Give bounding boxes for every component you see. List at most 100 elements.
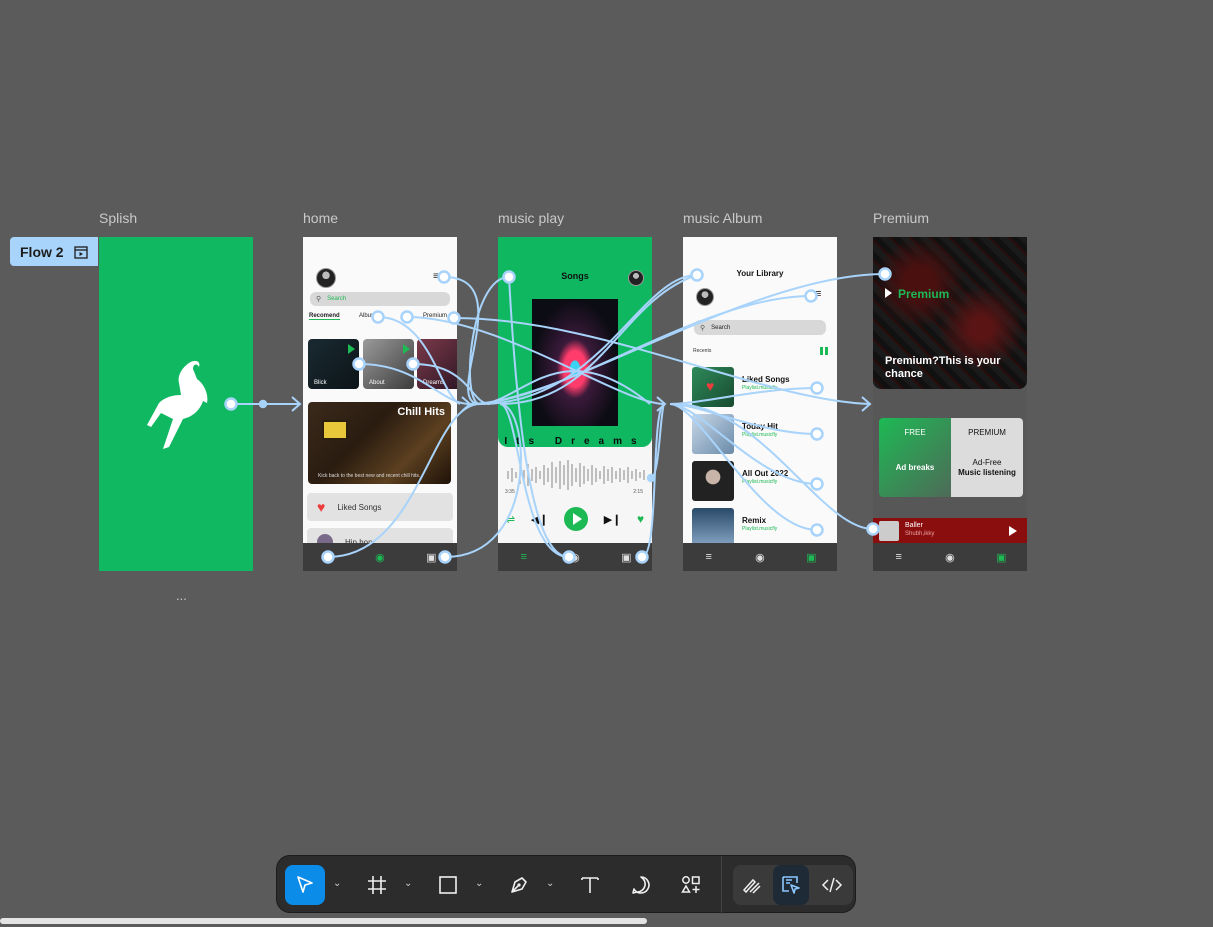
playlist-cover [692, 414, 734, 454]
list-item-subtitle: Playlist.musicfly [742, 432, 778, 438]
chevron-down-icon[interactable]: ⌄ [333, 878, 341, 889]
avatar[interactable] [316, 268, 336, 288]
frame-label-premium[interactable]: Premium [873, 210, 929, 226]
list-item-title: Liked Songs [742, 375, 790, 384]
horizontal-scrollbar[interactable] [0, 918, 647, 924]
library-icon[interactable]: ▣ [425, 551, 437, 564]
waveform-icon[interactable]: ≡ [518, 551, 530, 563]
draw-mode-button[interactable] [733, 865, 771, 905]
mini-player-cover [879, 521, 899, 541]
featured-playlist-card[interactable]: Chill Hits Kick back to the best new and… [308, 402, 451, 484]
waveform-visual[interactable] [506, 459, 646, 491]
menu-icon[interactable]: ≡ [433, 271, 439, 282]
rectangle-tool-button[interactable] [428, 865, 468, 905]
back-icon[interactable]: ← [691, 267, 701, 278]
frame-label-home[interactable]: home [303, 210, 338, 226]
playlist-card-label: Blick [314, 380, 327, 386]
library-icon[interactable]: ▣ [620, 551, 632, 564]
splish-frame[interactable] [99, 237, 253, 571]
avatar[interactable] [628, 270, 644, 286]
premium-plan-header: PREMIUM [968, 428, 1006, 437]
play-button[interactable] [564, 507, 589, 531]
playlist-cover [692, 508, 734, 548]
frame-icon [368, 876, 386, 894]
list-item-title: Remix [742, 516, 767, 525]
playlist-card[interactable]: Blick [308, 339, 359, 389]
camera-icon[interactable]: ◉ [944, 551, 956, 564]
play-icon[interactable] [348, 344, 355, 354]
actions-button[interactable] [671, 865, 711, 905]
dev-mode-button[interactable] [813, 865, 851, 905]
search-input[interactable]: ⚲ Search [694, 320, 826, 335]
plan-comparison-card[interactable]: FREE Ad breaks PREMIUM Ad-Free Music lis… [879, 418, 1023, 497]
mode-switcher [733, 865, 853, 905]
premium-label[interactable]: Premium [885, 287, 949, 301]
camera-icon[interactable]: ◉ [569, 551, 581, 564]
music-album-frame[interactable]: Your Library ← ≡ ⚲ Search Recents ♥ Like… [683, 237, 837, 571]
playlist-card-label: Dreams [423, 380, 445, 386]
search-placeholder: Search [711, 324, 731, 331]
playlist-card[interactable]: About [363, 339, 414, 389]
list-item-liked-songs[interactable]: ♥ Liked Songs [307, 493, 453, 521]
text-icon [581, 877, 599, 893]
premium-plan[interactable]: PREMIUM Ad-Free Music listening [951, 418, 1023, 497]
frame-label-splish[interactable]: Splish [99, 210, 137, 226]
next-icon[interactable]: ▶❙ [604, 513, 622, 526]
home-frame[interactable]: ≡ ⚲ Search Recomend Album Premium Blick … [303, 237, 457, 571]
text-tool-button[interactable] [570, 865, 610, 905]
dev-mode-icon [821, 877, 843, 893]
grid-view-icon[interactable] [820, 347, 828, 355]
pen-tool-button[interactable] [499, 865, 539, 905]
library-icon[interactable]: ▣ [805, 551, 817, 564]
pen-icon [511, 877, 527, 893]
comment-tool-button[interactable] [621, 865, 661, 905]
premium-frame[interactable]: Premium Premium?This is your chance FREE… [873, 237, 1027, 571]
free-plan[interactable]: FREE Ad breaks [879, 418, 951, 497]
list-item[interactable]: All Out 2022 Playlist.musicfly [692, 461, 832, 503]
shuffle-icon[interactable]: ⇌ [506, 513, 515, 526]
menu-icon[interactable]: ≡ [815, 288, 821, 300]
design-mode-button[interactable] [773, 865, 809, 905]
move-tool-button[interactable] [285, 865, 325, 905]
flow-starting-point-tag[interactable]: Flow 2 [10, 237, 98, 266]
present-flow-icon[interactable] [74, 245, 88, 259]
mini-player[interactable]: Baller Shubh,ikky [873, 518, 1027, 543]
waveform-icon[interactable]: ≡ [323, 551, 335, 563]
playlist-card[interactable]: Dreams [417, 339, 457, 389]
list-item[interactable]: ♥ Liked Songs Playlist.musicfly [692, 367, 832, 409]
featured-playlist-subtitle: Kick back to the best new and recent chi… [318, 473, 421, 479]
search-input[interactable]: ⚲ Search [310, 292, 450, 306]
recents-label[interactable]: Recents [693, 348, 711, 354]
previous-icon[interactable]: ◀❙ [531, 513, 549, 526]
library-icon[interactable]: ▣ [995, 551, 1007, 564]
album-art [532, 299, 618, 426]
heart-icon[interactable]: ♥ [637, 512, 644, 526]
play-icon[interactable] [403, 344, 410, 354]
play-icon[interactable] [1009, 526, 1017, 536]
bottom-toolbar: ⌄ ⌄ ⌄ ⌄ [276, 855, 856, 914]
playlist-card-label: About [369, 380, 385, 386]
bottom-nav: ≡ ◉ ▣ [683, 543, 837, 571]
waveform-icon[interactable]: ≡ [893, 551, 905, 563]
tab-album[interactable]: Album [359, 313, 376, 319]
avatar[interactable] [696, 288, 714, 306]
camera-icon[interactable]: ◉ [754, 551, 766, 564]
chevron-down-icon[interactable]: ⌄ [404, 878, 412, 889]
player-controls: ⇌ ◀❙ ▶❙ ♥ [498, 507, 652, 531]
frame-label-music-play[interactable]: music play [498, 210, 564, 226]
waveform-icon[interactable]: ≡ [703, 551, 715, 563]
tab-premium[interactable]: Premium [423, 313, 447, 319]
camera-icon[interactable]: ◉ [374, 551, 386, 564]
search-icon: ⚲ [700, 324, 706, 332]
frame-tool-button[interactable] [357, 865, 397, 905]
bottom-nav: ≡ ◉ ▣ [303, 543, 457, 571]
chevron-down-icon[interactable]: ⌄ [475, 878, 483, 889]
premium-hero: Premium Premium?This is your chance [873, 237, 1027, 389]
track-name: Its Dreams [504, 436, 646, 447]
music-play-frame[interactable]: ← Songs Its Dreams 3:35 2:15 ⇌ ◀❙ ▶❙ ♥ ≡… [498, 237, 652, 571]
toolbar-divider [721, 856, 722, 914]
frame-label-music-album[interactable]: music Album [683, 210, 762, 226]
tab-recomend[interactable]: Recomend [309, 313, 340, 320]
chevron-down-icon[interactable]: ⌄ [546, 878, 554, 889]
list-item[interactable]: Today Hit Playlist.musicfly [692, 414, 832, 456]
